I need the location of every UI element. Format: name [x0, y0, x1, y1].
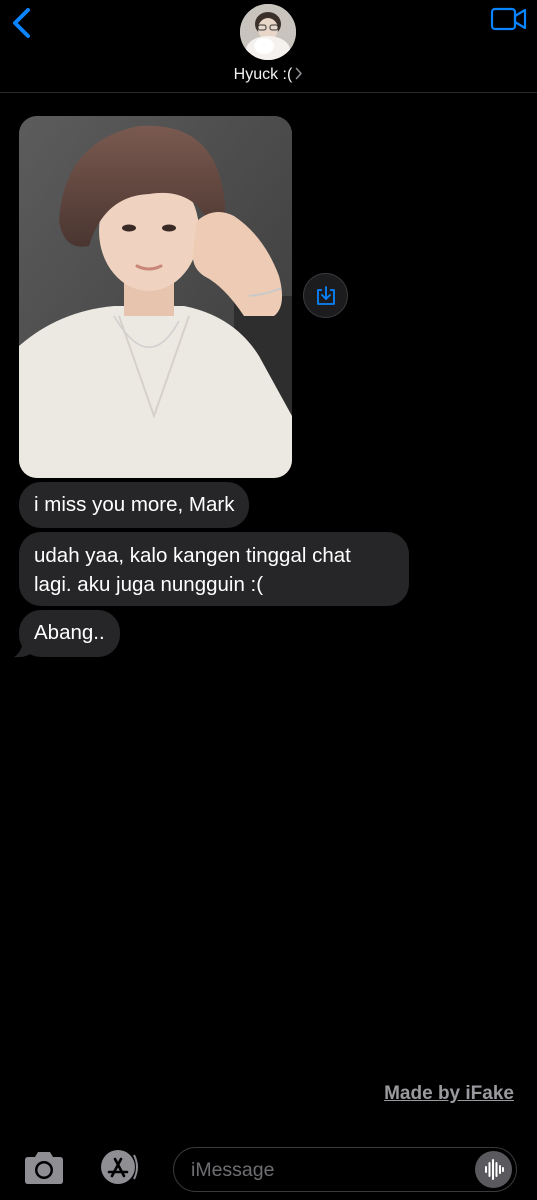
image-message[interactable]	[19, 116, 292, 478]
camera-button[interactable]	[21, 1150, 67, 1186]
chevron-left-icon	[13, 8, 30, 38]
watermark: Made by iFake	[384, 1083, 514, 1104]
app-store-button[interactable]	[94, 1149, 144, 1185]
app-store-icon	[101, 1150, 138, 1184]
save-image-button[interactable]	[303, 273, 348, 318]
imessage-input[interactable]	[191, 1156, 461, 1184]
message-text: i miss you more, Mark	[34, 493, 235, 516]
imessage-field-container	[173, 1147, 517, 1192]
video-camera-icon	[490, 7, 527, 31]
message-bubble[interactable]: udah yaa, kalo kangen tinggal chat lagi.…	[19, 532, 409, 606]
conversation-header: Hyuck :(	[0, 0, 537, 93]
audio-message-button[interactable]	[475, 1151, 512, 1188]
photo-attachment	[19, 116, 292, 478]
facetime-video-button[interactable]	[490, 6, 528, 32]
contact-name: Hyuck :(	[233, 66, 293, 83]
contact-name-link[interactable]: Hyuck :(	[0, 66, 537, 84]
waveform-icon	[485, 1159, 504, 1180]
download-tray-icon	[317, 286, 335, 305]
composer-bar	[0, 1138, 537, 1200]
message-text: udah yaa, kalo kangen tinggal chat lagi.…	[34, 544, 351, 596]
message-bubble[interactable]: Abang..	[19, 610, 120, 657]
message-text: Abang..	[34, 621, 105, 644]
contact-avatar[interactable]	[240, 4, 296, 60]
camera-icon	[25, 1152, 63, 1184]
chevron-right-icon	[296, 67, 303, 80]
message-bubble[interactable]: i miss you more, Mark	[19, 482, 250, 528]
back-button[interactable]	[6, 4, 42, 42]
